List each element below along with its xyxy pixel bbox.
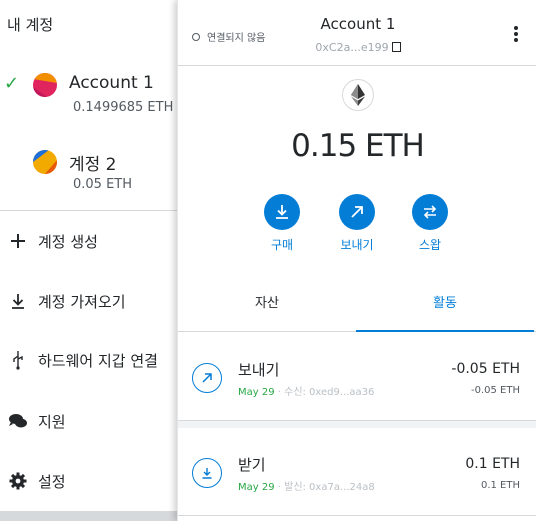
swap-button-label: 스왑 [418, 238, 442, 252]
menu-item-label: 계정 가져오기 [38, 293, 126, 311]
wallet-popup: 연결되지 않음 Account 1 0xC2a...e199 0.15 ETH … [177, 0, 536, 521]
transaction-amount: 0.1 ETH [465, 456, 520, 472]
account-menu: 내 계정 ✓ Account 1 0.1499685 ETH 계정 2 0.05… [0, 0, 200, 521]
avatar [33, 73, 57, 97]
account-item-2[interactable]: 계정 2 0.05 ETH [0, 150, 200, 214]
swap-button[interactable]: 스왑 [400, 194, 460, 253]
status-dot-icon [192, 32, 200, 41]
account-name: Account 1 [69, 73, 154, 93]
transaction-amount: -0.05 ETH [451, 361, 520, 377]
account-balance: 0.1499685 ETH [73, 100, 174, 115]
menu-bottom-edge [0, 511, 200, 521]
tab-assets[interactable]: 자산 [178, 290, 356, 332]
account-name: Account 1 [320, 15, 396, 33]
transaction-detail: · 발신: 0xa7a...24a8 [274, 482, 375, 493]
receive-icon [192, 458, 222, 488]
account-address-text: 0xC2a...e199 [315, 41, 389, 54]
menu-item-label: 계정 생성 [38, 233, 98, 251]
transaction-row[interactable]: 받기 May 29 · 발신: 0xa7a...24a8 0.1 ETH 0.1… [178, 428, 536, 516]
send-icon [192, 363, 222, 393]
menu-title: 내 계정 [7, 16, 54, 34]
menu-item-label: 하드웨어 지갑 연결 [38, 352, 158, 370]
tab-activity[interactable]: 활동 [356, 290, 534, 332]
swap-icon [412, 194, 448, 230]
connection-status-text: 연결되지 않음 [207, 33, 266, 44]
check-icon: ✓ [4, 73, 20, 94]
connection-status[interactable]: 연결되지 않음 [192, 29, 265, 44]
menu-item-label: 지원 [38, 413, 66, 431]
send-button[interactable]: 보내기 [327, 194, 387, 253]
account-header: 연결되지 않음 Account 1 0xC2a...e199 [178, 0, 536, 66]
transaction-subtitle: May 29 · 발신: 0xa7a...24a8 [238, 478, 375, 493]
menu-item-connect-hardware[interactable]: 하드웨어 지갑 연결 [0, 346, 200, 376]
transaction-subtitle: May 29 · 수신: 0xed9...aa36 [238, 383, 374, 398]
send-button-label: 보내기 [340, 238, 374, 252]
tab-bar: 자산 활동 [178, 290, 536, 332]
transaction-title: 받기 [238, 456, 266, 474]
import-icon [7, 290, 29, 312]
ethereum-icon [342, 79, 374, 111]
transaction-detail: · 수신: 0xed9...aa36 [274, 387, 375, 398]
menu-item-support[interactable]: 지원 [0, 407, 200, 437]
transaction-date: May 29 [238, 387, 275, 398]
menu-item-create-account[interactable]: 계정 생성 [0, 227, 200, 257]
menu-item-settings[interactable]: 설정 [0, 467, 200, 497]
buy-button[interactable]: 구매 [252, 194, 312, 253]
plus-icon [7, 230, 29, 252]
transaction-amount-secondary: -0.05 ETH [471, 385, 520, 396]
account-balance: 0.05 ETH [73, 177, 133, 192]
account-address[interactable]: 0xC2a...e199 [268, 41, 448, 54]
menu-divider [0, 210, 200, 211]
buy-button-label: 구매 [270, 238, 294, 252]
buy-icon [264, 194, 300, 230]
menu-item-import-account[interactable]: 계정 가져오기 [0, 287, 200, 317]
account-item-1[interactable]: ✓ Account 1 0.1499685 ETH [0, 73, 200, 137]
avatar [33, 150, 57, 174]
copy-icon [391, 42, 401, 52]
balance-display: 0.15 ETH [291, 128, 425, 164]
transaction-title: 보내기 [238, 361, 280, 379]
chat-icon [7, 410, 29, 432]
transaction-divider [178, 421, 536, 428]
transaction-date: May 29 [238, 482, 275, 493]
transaction-row[interactable]: 보내기 May 29 · 수신: 0xed9...aa36 -0.05 ETH … [178, 333, 536, 421]
usb-icon [7, 349, 29, 371]
gear-icon [7, 470, 29, 492]
account-name: 계정 2 [69, 155, 117, 175]
transaction-amount-secondary: 0.1 ETH [480, 480, 520, 491]
menu-item-label: 설정 [38, 473, 66, 491]
kebab-menu-icon[interactable] [512, 26, 520, 46]
send-icon [339, 194, 375, 230]
